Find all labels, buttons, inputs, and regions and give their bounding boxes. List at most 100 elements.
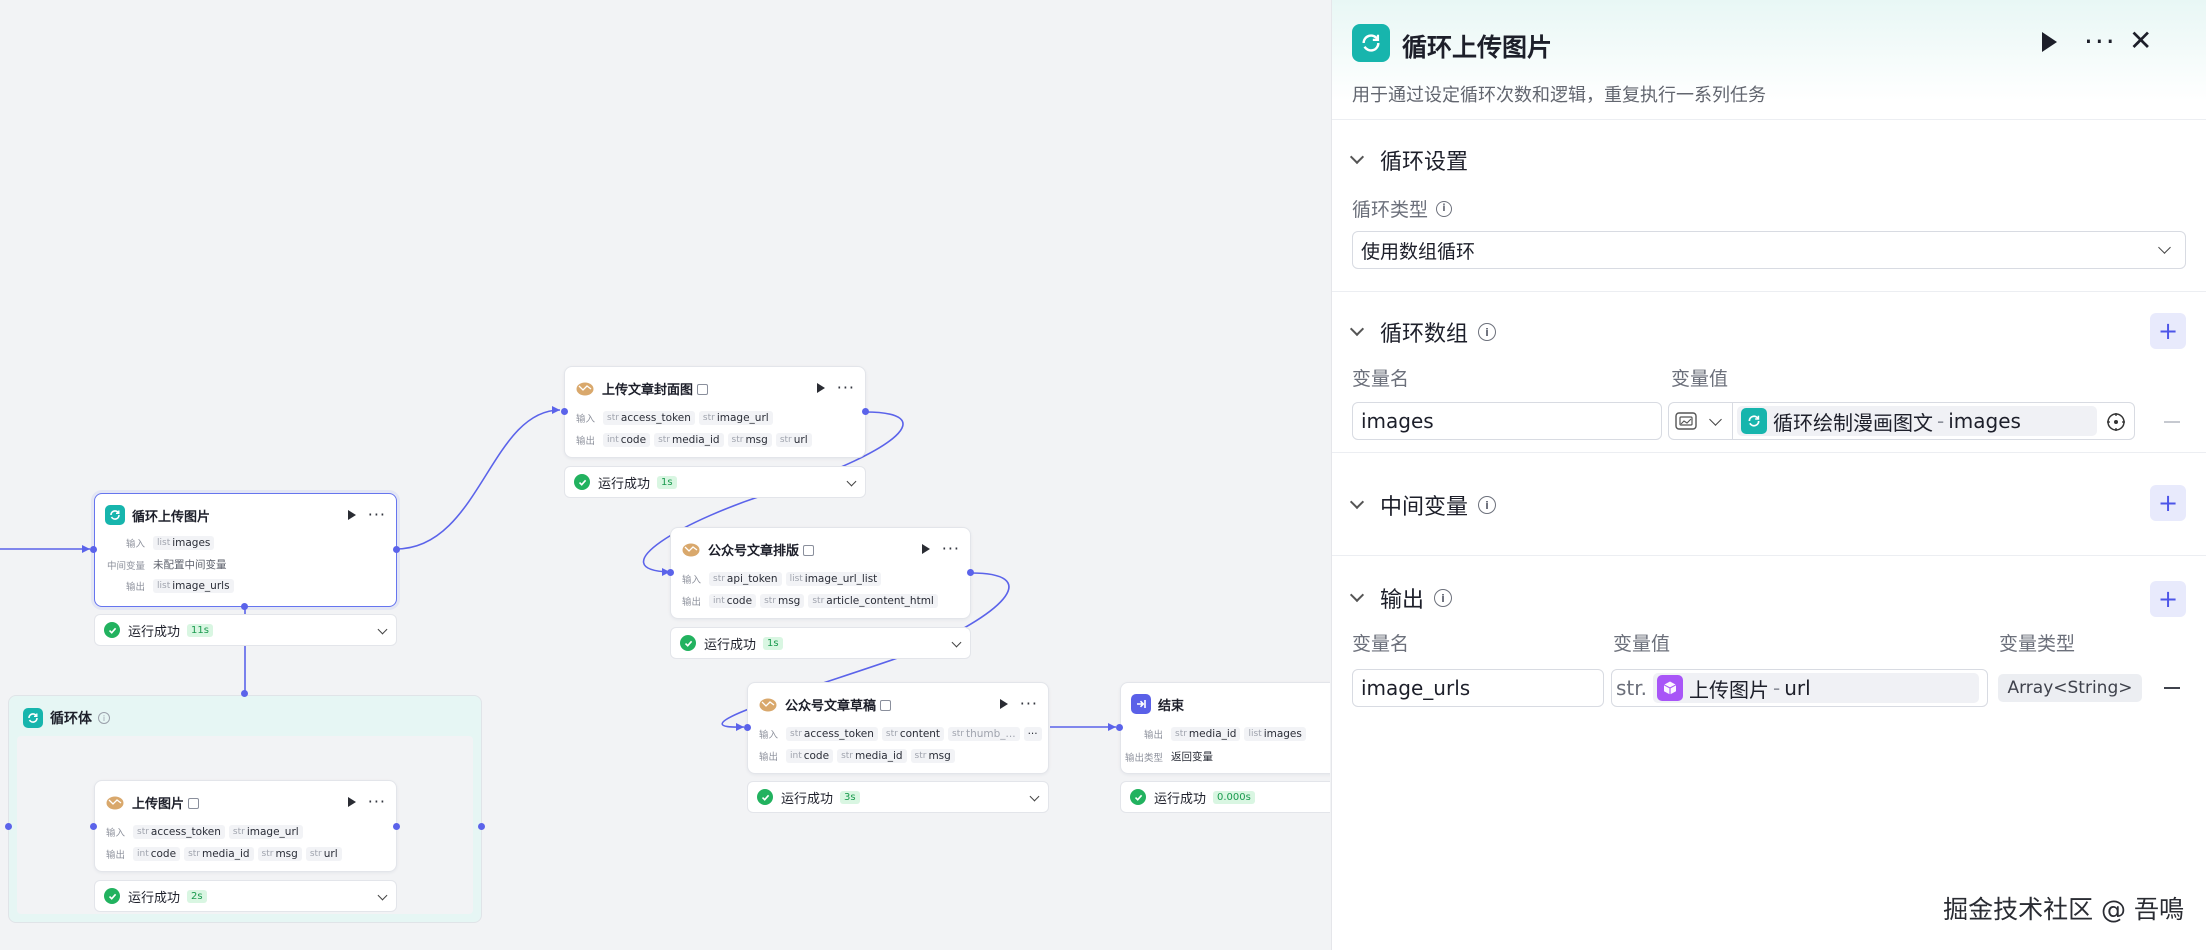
loop-settings-header[interactable]: 循环设置 — [1349, 144, 1468, 176]
node-title: 公众号文章草稿 — [785, 698, 877, 714]
col-value-label: 变量值 — [1671, 368, 1729, 390]
run-time: 1s — [657, 475, 677, 489]
variable-reference[interactable]: 上传图片 - url — [1653, 673, 1980, 703]
variable-reference[interactable]: 循环绘制漫画图文 - images — [1737, 406, 2097, 436]
chevron-down-icon[interactable] — [377, 890, 388, 901]
check-icon — [1130, 789, 1146, 805]
run-time: 1s — [763, 636, 783, 650]
output-var-value-field[interactable]: str. 上传图片 - url — [1611, 669, 1988, 707]
info-icon[interactable]: i — [1478, 323, 1497, 341]
input-port[interactable] — [667, 569, 674, 576]
more-icon[interactable]: ··· — [368, 794, 386, 810]
output-port[interactable] — [967, 569, 974, 576]
input-port[interactable] — [90, 546, 97, 553]
chevron-down-icon[interactable] — [846, 476, 857, 487]
loop-node-status[interactable]: 运行成功 11s — [94, 614, 397, 646]
node-output-row: 输出 int code str media_id str msg str url — [105, 847, 342, 861]
node-title: 结束 — [1158, 698, 1185, 714]
plugin-icon — [575, 378, 595, 398]
output-port[interactable] — [393, 823, 400, 830]
add-output-button[interactable]: + — [2150, 581, 2186, 617]
upload-cover-status[interactable]: 运行成功 1s — [564, 466, 866, 498]
play-icon[interactable] — [999, 699, 1008, 709]
chevron-down-icon — [1349, 149, 1365, 165]
output-port[interactable] — [478, 823, 485, 830]
target-icon[interactable] — [2106, 412, 2126, 437]
run-time: 3s — [840, 790, 860, 804]
more-icon[interactable]: ··· — [837, 380, 855, 396]
loop-icon — [1741, 408, 1767, 434]
loop-node[interactable]: 循环上传图片 ··· 输入 list images 中间变量 未配置中间变量 输出… — [94, 493, 397, 607]
info-icon[interactable]: i — [1434, 589, 1453, 607]
info-icon[interactable]: i — [1478, 496, 1497, 514]
output-type-badge: Array<String> — [1998, 674, 2142, 702]
body-port[interactable] — [241, 603, 248, 610]
upload-image-node[interactable]: 上传图片 ··· 输入 str access_token str image_url… — [94, 780, 397, 872]
chevron-down-icon[interactable] — [1029, 791, 1040, 802]
more-icon[interactable]: ··· — [2084, 28, 2117, 56]
upload-image-status[interactable]: 运行成功 2s — [94, 880, 397, 912]
upload-cover-node[interactable]: 上传文章封面图 ··· 输入 str access_token str image_… — [564, 366, 866, 458]
more-icon[interactable]: ··· — [942, 541, 960, 557]
output-port[interactable] — [862, 408, 869, 415]
loop-array-header[interactable]: 循环数组 i — [1349, 316, 1497, 348]
end-node-status[interactable]: 运行成功 0.000s — [1120, 781, 1330, 813]
body-port[interactable] — [241, 690, 248, 697]
var-tag: list images — [153, 536, 215, 550]
article-draft-status[interactable]: 运行成功 3s — [747, 781, 1049, 813]
col-name-label: 变量名 — [1352, 368, 1410, 390]
middle-variables-header[interactable]: 中间变量 i — [1349, 489, 1497, 521]
run-button[interactable] — [2042, 32, 2057, 52]
info-icon[interactable]: i — [98, 712, 110, 724]
input-port[interactable] — [744, 724, 751, 731]
check-icon — [574, 474, 590, 490]
more-icon[interactable]: ··· — [368, 507, 386, 523]
chevron-down-icon — [1349, 494, 1365, 510]
array-var-name-input[interactable]: images — [1352, 402, 1662, 440]
lock-icon — [697, 383, 709, 395]
play-icon[interactable] — [347, 510, 356, 520]
more-icon[interactable]: ··· — [1020, 696, 1038, 712]
node-output-row: 输出 int code str media_id str msg str url — [575, 433, 812, 447]
run-time: 11s — [187, 623, 213, 637]
workflow-canvas[interactable]: 循环体 i 循环上传图片 ··· 输入 list images 中间变量 未配置中… — [0, 0, 1330, 950]
add-array-button[interactable]: + — [2150, 313, 2186, 349]
chevron-down-icon[interactable] — [1709, 412, 1722, 426]
loop-icon — [1352, 24, 1390, 62]
output-port[interactable] — [393, 546, 400, 553]
input-port[interactable] — [1116, 724, 1123, 731]
input-port[interactable] — [561, 408, 568, 415]
remove-row-button[interactable] — [2164, 421, 2180, 423]
add-middle-var-button[interactable]: + — [2150, 485, 2186, 521]
run-time: 2s — [187, 889, 207, 903]
middle-variables-section: 中间变量 i + — [1332, 453, 2206, 556]
remove-row-button[interactable] — [2164, 687, 2180, 689]
close-icon[interactable]: ✕ — [2129, 27, 2152, 55]
image-icon[interactable] — [1675, 412, 1697, 430]
input-port[interactable] — [5, 823, 12, 830]
info-icon[interactable]: i — [1436, 200, 1453, 217]
lock-icon — [880, 699, 892, 711]
article-draft-node[interactable]: 公众号文章草稿 ··· 输入 str access_token str conten… — [747, 682, 1049, 774]
input-label: 输入 — [125, 539, 145, 550]
chevron-down-icon — [1349, 587, 1365, 603]
play-icon[interactable] — [347, 797, 356, 807]
article-layout-status[interactable]: 运行成功 1s — [670, 627, 971, 659]
array-var-value-field[interactable]: 循环绘制漫画图文 - images — [1668, 402, 2135, 440]
loop-type-select[interactable]: 使用数组循环 — [1352, 231, 2186, 269]
chevron-down-icon — [2158, 241, 2171, 254]
play-icon[interactable] — [921, 544, 930, 554]
play-icon[interactable] — [816, 383, 825, 393]
chevron-down-icon[interactable] — [377, 624, 388, 635]
more-inputs-tag[interactable]: ··· — [1023, 727, 1042, 741]
mid-value: 未配置中间变量 — [153, 559, 227, 571]
col-value-label: 变量值 — [1613, 633, 1671, 655]
input-port[interactable] — [90, 823, 97, 830]
chevron-down-icon[interactable] — [951, 637, 962, 648]
output-header[interactable]: 输出 i — [1349, 582, 1453, 614]
article-layout-node[interactable]: 公众号文章排版 ··· 输入 str api_token list image_ur… — [670, 527, 971, 619]
end-node[interactable]: 结束 输出 str media_id list images 输出类型 返回变量 — [1120, 682, 1330, 774]
output-var-name-input[interactable]: image_urls — [1352, 669, 1604, 707]
check-icon — [757, 789, 773, 805]
loop-icon — [23, 708, 43, 728]
